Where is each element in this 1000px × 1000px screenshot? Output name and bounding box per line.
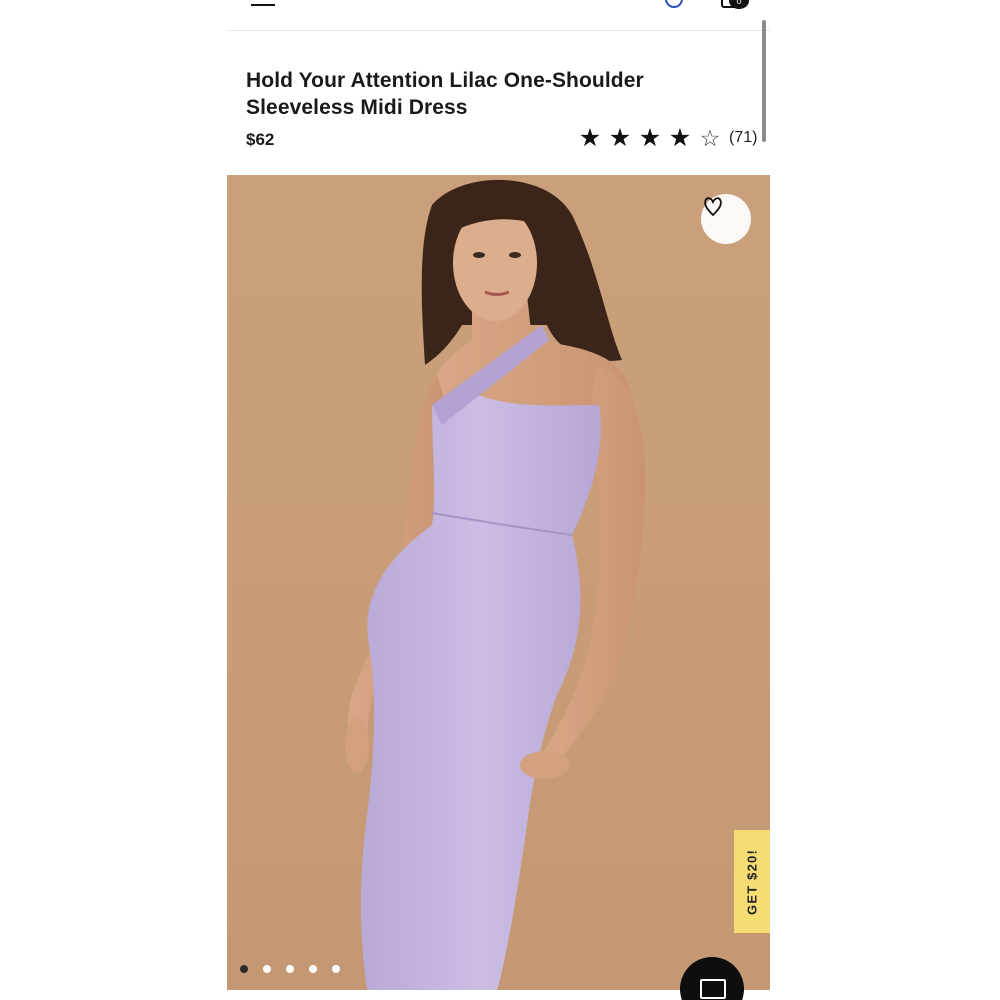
wishlist-button[interactable] xyxy=(701,194,751,244)
product-title: Hold Your Attention Lilac One-Shoulder S… xyxy=(246,69,644,119)
product-page: 0 Hold Your Attention Lilac One-Shoulder… xyxy=(227,0,770,1000)
pagination-dot[interactable] xyxy=(286,965,294,973)
hamburger-icon[interactable] xyxy=(251,0,275,6)
review-count[interactable]: (71) xyxy=(729,129,757,147)
search-icon[interactable] xyxy=(665,0,683,8)
star-icon: ★ xyxy=(578,124,602,152)
product-rating[interactable]: ★ ★ ★ ★ ☆ (71) xyxy=(575,123,758,153)
lulus-logo[interactable] xyxy=(449,0,545,10)
star-icon: ★ xyxy=(638,124,662,152)
model-illustration xyxy=(345,179,645,990)
star-icon: ★ xyxy=(668,124,692,152)
scrollbar[interactable] xyxy=(762,20,766,142)
heart-icon xyxy=(704,197,722,217)
star-outline-icon: ☆ xyxy=(699,125,721,151)
product-price: $62 xyxy=(246,130,275,149)
pagination-dot[interactable] xyxy=(240,965,248,973)
top-nav: 0 xyxy=(227,0,770,31)
star-icon: ★ xyxy=(608,124,632,152)
chat-icon xyxy=(700,979,726,999)
promo-tab-label: GET $20! xyxy=(744,848,760,915)
gallery-pagination xyxy=(240,965,340,973)
promo-tab[interactable]: GET $20! xyxy=(734,830,770,933)
pagination-dot[interactable] xyxy=(263,965,271,973)
pagination-dot[interactable] xyxy=(309,965,317,973)
pagination-dot[interactable] xyxy=(332,965,340,973)
product-image[interactable]: GET $20! xyxy=(227,175,770,990)
